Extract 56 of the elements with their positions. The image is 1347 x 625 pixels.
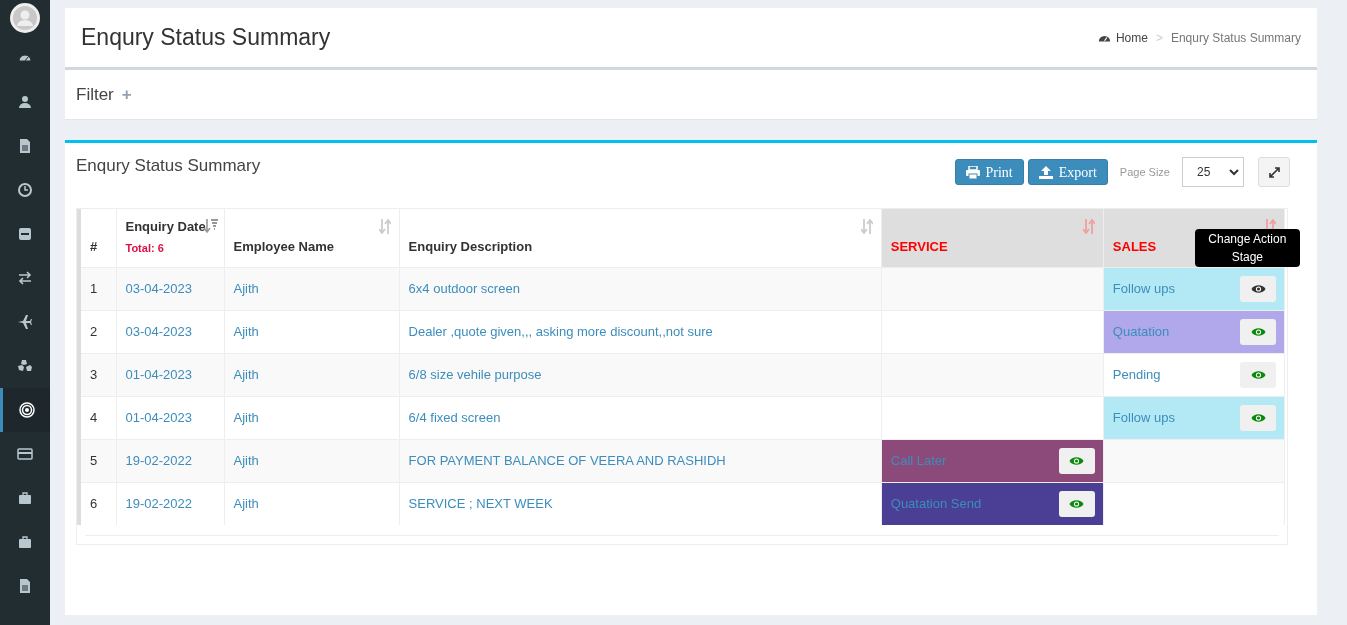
stage-status: Quatation Send [890,495,982,513]
column-header: # [90,238,98,256]
clock-icon [17,182,33,198]
export-button[interactable]: Export [1027,159,1108,185]
user-icon [17,94,33,110]
panel-title: Enqury Status Summary [76,155,261,177]
column-header: SERVICE [890,238,948,256]
document-icon [17,138,33,154]
stage-status: Pending [1112,365,1161,384]
view-button[interactable] [1240,275,1276,302]
briefcase-icon [17,490,33,506]
eye-icon [1250,369,1266,380]
fullscreen-button[interactable] [1258,157,1290,187]
table-cell: SERVICE ; NEXT WEEK [399,482,882,525]
card-icon [17,446,33,462]
briefcase-icon [17,534,33,550]
print-icon [965,165,980,179]
eye-icon [1250,283,1266,294]
avatar-icon [10,3,40,33]
cubes-icon [17,358,33,374]
date-cell: 19-02-2022 [116,482,225,525]
page-title: Enqury Status Summary [81,23,331,53]
transfer-icon [17,270,33,286]
chevron-down-icon [1229,168,1239,176]
document-icon [17,578,33,594]
stage-status: Quatation [1112,322,1170,341]
total-count: Total: 6 [125,241,164,256]
row-number: 6 [79,482,116,525]
column-header: Employee Name [233,238,334,256]
expand-icon [1268,166,1280,178]
column-header: Enquiry Date [125,217,206,236]
expand-toggle[interactable]: + [121,81,132,108]
print-button[interactable]: Print [954,159,1024,185]
eye-icon [1069,498,1085,509]
upload-icon [1038,165,1053,179]
breadcrumb-separator: > [1155,29,1163,47]
view-button[interactable] [1058,447,1095,474]
column-header: SALES [1112,238,1157,256]
table-cell: Ajith [224,482,400,525]
eye-icon [1069,455,1085,466]
column-header: Enquiry Description [408,238,533,256]
view-button[interactable] [1058,490,1095,517]
page-size-select[interactable]: 25 [1182,157,1244,187]
stage-status: Follow ups [1112,279,1175,298]
page-size-label: Page Size [1119,164,1170,180]
breadcrumb-current: Enqury Status Summary [1170,29,1301,47]
stage-status: Call Later [890,451,947,470]
tooltip: Change Action Stage [1194,228,1300,267]
minus-square-icon [17,226,33,242]
stage-status: Follow ups [1112,408,1175,427]
target-icon [18,402,35,418]
breadcrumb-link[interactable]: Home [1097,28,1148,47]
sidebar-item[interactable] [0,388,50,432]
filter-title: Filter [76,83,114,106]
eye-icon [1250,326,1266,337]
eye-icon [1250,412,1266,423]
